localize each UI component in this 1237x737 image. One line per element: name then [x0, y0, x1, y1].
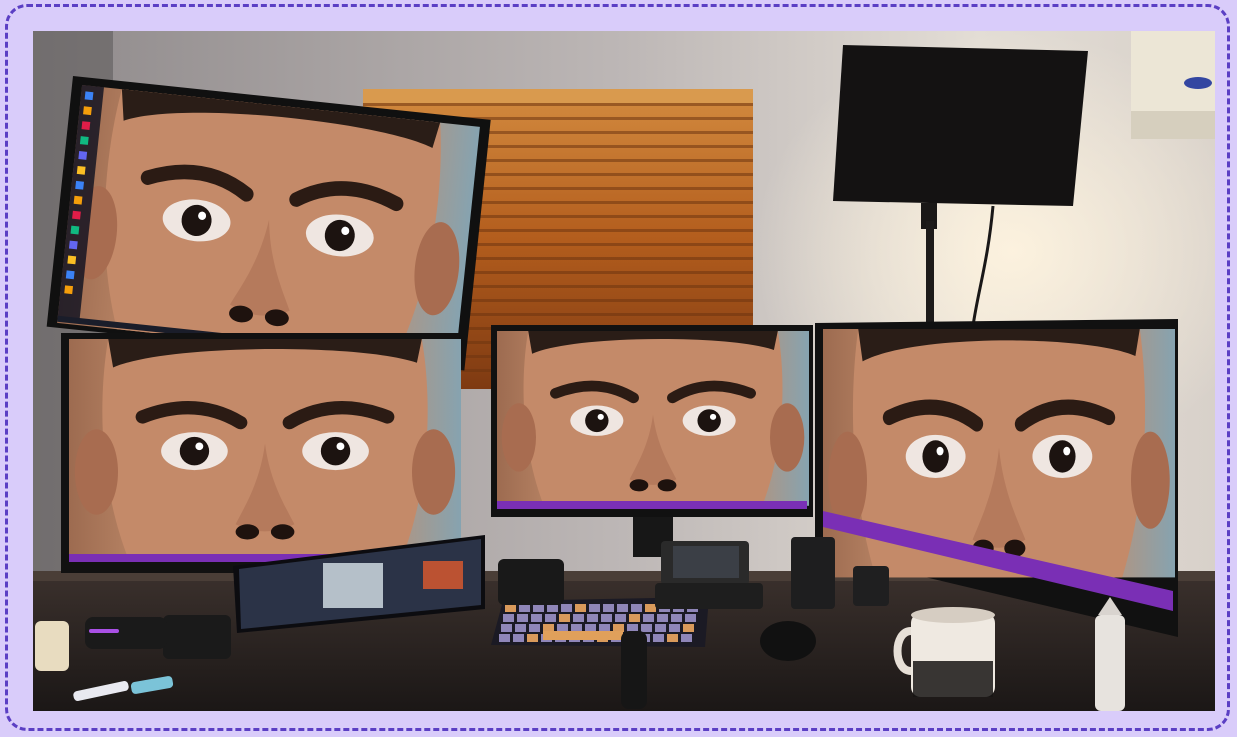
keyboard-key [681, 634, 692, 642]
desktop-icon [70, 225, 80, 235]
keyboard-key [669, 624, 680, 632]
desktop-icon [68, 240, 78, 250]
keyboard-key [615, 614, 626, 622]
keyboard-key [545, 614, 556, 622]
keyboard-key [543, 624, 554, 632]
keyboard-key [503, 614, 514, 622]
keyboard-key [657, 614, 668, 622]
jar [35, 621, 69, 671]
keyboard-key [499, 634, 510, 642]
desktop-icon [76, 165, 86, 175]
blind-slat [363, 103, 753, 106]
keyboard-key [505, 604, 516, 612]
keyboard-key [685, 614, 696, 622]
keyboard-key [513, 634, 524, 642]
keyboard-key [557, 624, 568, 632]
keyboard-key [645, 604, 656, 612]
keyboard-key [617, 604, 628, 612]
keyboard-key [589, 604, 600, 612]
desktop-icon [73, 195, 83, 205]
bottle [1095, 597, 1125, 711]
monitor-top-left [46, 76, 491, 371]
stream-deck-left [163, 615, 231, 659]
keyboard-key [527, 634, 538, 642]
keyboard-key [613, 624, 624, 632]
keyboard-key [585, 624, 596, 632]
keyboard-key [655, 624, 666, 632]
keyboard-key [547, 604, 558, 612]
keyboard-key [629, 614, 640, 622]
game-controller [853, 566, 889, 606]
keyboard-key [631, 604, 642, 612]
desktop-icon [84, 91, 94, 101]
keyboard-key [643, 614, 654, 622]
keyboard-key [667, 634, 678, 642]
keyboard-key [531, 614, 542, 622]
desk-pen-holder [621, 631, 647, 709]
keyboard-key [653, 634, 664, 642]
keyboard-key [603, 604, 614, 612]
image-frame [5, 4, 1230, 731]
coffee-mug [893, 607, 995, 697]
keyboard-key [533, 604, 544, 612]
desktop-icon [65, 270, 75, 280]
keyboard-key [515, 624, 526, 632]
keyboard-key [671, 614, 682, 622]
charger-puck [791, 537, 835, 609]
keyboard-key [575, 604, 586, 612]
desktop-icon [83, 106, 92, 116]
keyboard-key [601, 614, 612, 622]
monitor-bottom-left [61, 333, 461, 573]
desktop-icon [79, 136, 89, 145]
keyboard-key [683, 624, 694, 632]
keyboard-key [501, 624, 512, 632]
keyboard-key [519, 604, 530, 612]
keyboard-key [573, 614, 584, 622]
audio-mixer [655, 541, 763, 609]
air-conditioner [1131, 31, 1215, 139]
speaker-left [85, 617, 167, 649]
keyboard-key [599, 624, 610, 632]
desktop-icon [75, 180, 85, 190]
keyboard-key [571, 624, 582, 632]
desktop-icon [72, 210, 81, 220]
keyboard-key [641, 624, 652, 632]
mouse [760, 621, 816, 661]
desktop-icon [78, 151, 88, 160]
keyboard-key [559, 614, 570, 622]
stream-deck-center [498, 559, 564, 605]
keyboard-key [529, 624, 540, 632]
desk-setup-photo [33, 31, 1215, 711]
desktop-icon [64, 285, 74, 295]
keyboard-key [627, 624, 638, 632]
desktop-icon [81, 121, 91, 131]
keyboard-key [587, 614, 598, 622]
desktop-icon [67, 255, 77, 265]
keyboard-key [561, 604, 572, 612]
keyboard-key [517, 614, 528, 622]
